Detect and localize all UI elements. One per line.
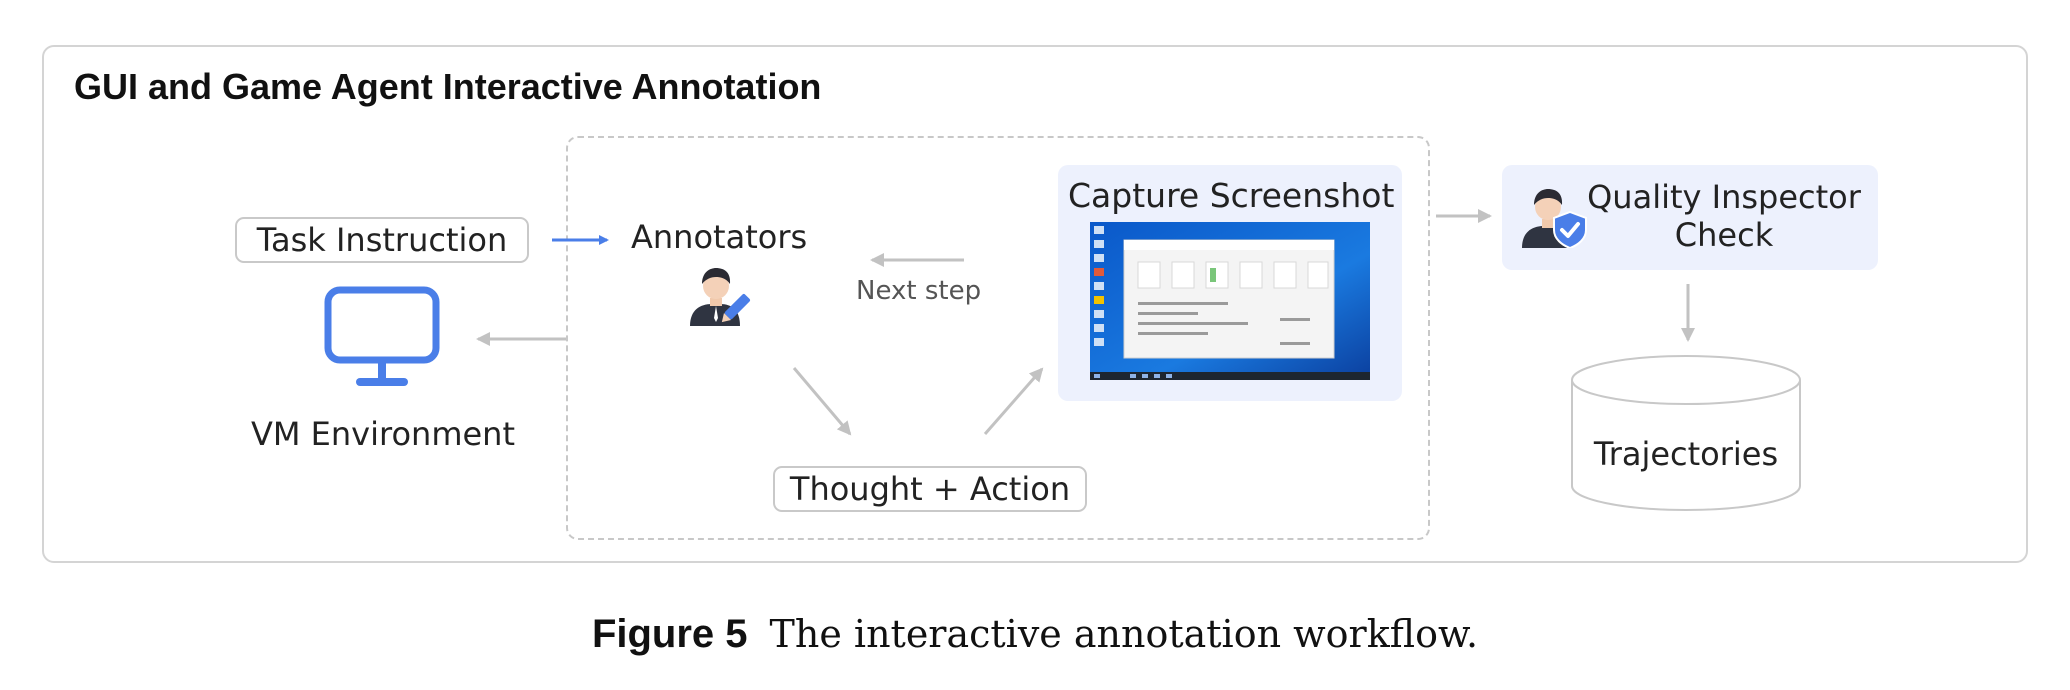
figure-number: Figure 5 — [591, 612, 748, 656]
figure-caption: Figure 5 The interactive annotation workf… — [0, 612, 2070, 657]
arrow-thought-to-capture — [983, 367, 1044, 435]
flow-arrows — [476, 209, 1695, 436]
arrow-annotators-to-thought — [792, 367, 852, 436]
caption-text: The interactive annotation workflow. — [769, 612, 1479, 656]
